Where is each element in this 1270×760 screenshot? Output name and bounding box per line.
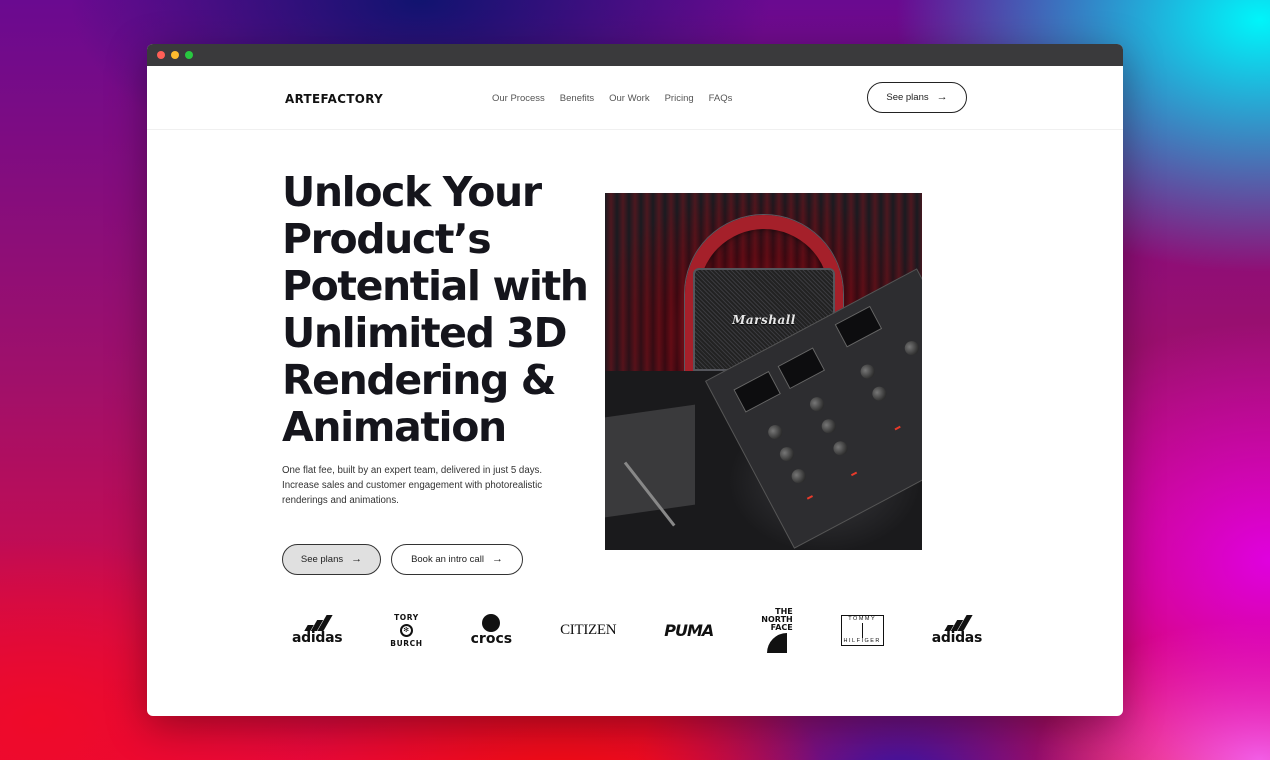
- mixer-knob: [807, 394, 827, 414]
- maximize-window-button[interactable]: [185, 51, 193, 59]
- arrow-right-icon: →: [936, 91, 948, 103]
- logo-the-north-face: THE NORTH FACE: [761, 607, 793, 653]
- mixer-knob: [789, 466, 809, 486]
- tory-burch-emblem-icon: ✻: [399, 623, 413, 637]
- nav-link-pricing[interactable]: Pricing: [665, 93, 694, 104]
- mixer-knob: [858, 362, 878, 382]
- logo-adidas: adidas: [292, 615, 343, 645]
- book-intro-call-button[interactable]: Book an intro call →: [391, 544, 523, 575]
- hero-title: Unlock Your Product’s Potential with Unl…: [282, 168, 589, 451]
- mixer-led: [894, 425, 901, 431]
- mixer-screen: [733, 370, 781, 413]
- adidas-stripes-icon: [304, 615, 333, 631]
- book-intro-call-label: Book an intro call: [411, 554, 484, 565]
- main-nav: Our Process Benefits Our Work Pricing FA…: [492, 93, 732, 104]
- logo-adidas: adidas: [932, 615, 982, 645]
- site-logo[interactable]: ARTEFACTORY: [285, 91, 383, 106]
- crocs-emblem-icon: [482, 614, 501, 632]
- mixer-knob: [765, 422, 785, 442]
- mixer-screen: [777, 347, 826, 390]
- logo-tory-burch: TORY ✻ BURCH: [390, 612, 423, 648]
- hero-see-plans-button[interactable]: See plans →: [282, 544, 381, 575]
- nav-link-faqs[interactable]: FAQs: [709, 93, 733, 104]
- logo-tommy-hilfiger: TOMMY HILFIGER: [840, 614, 884, 646]
- nav-link-benefits[interactable]: Benefits: [560, 93, 594, 104]
- tommy-flag-icon: [861, 622, 863, 638]
- client-logos: adidas TORY ✻ BURCH crocs CITIZEN PUMA T…: [292, 607, 982, 653]
- mixer-knob: [869, 384, 889, 404]
- hero-product-image: Marshall: [605, 193, 922, 550]
- header-see-plans-button[interactable]: See plans →: [867, 82, 967, 113]
- site-header: ARTEFACTORY Our Process Benefits Our Wor…: [147, 66, 1123, 130]
- hero-see-plans-label: See plans: [300, 554, 344, 565]
- mixer-render: [605, 268, 922, 550]
- minimize-window-button[interactable]: [171, 51, 179, 59]
- arrow-right-icon: →: [351, 553, 363, 565]
- adidas-stripes-icon: [944, 615, 973, 631]
- hero-subtitle: One flat fee, built by an expert team, d…: [282, 465, 543, 506]
- close-window-button[interactable]: [157, 51, 165, 59]
- nav-link-our-work[interactable]: Our Work: [609, 93, 649, 104]
- header-see-plans-label: See plans: [886, 92, 929, 103]
- browser-window: ARTEFACTORY Our Process Benefits Our Wor…: [147, 44, 1123, 716]
- nav-link-our-process[interactable]: Our Process: [492, 93, 545, 104]
- arrow-right-icon: →: [491, 553, 503, 565]
- mixer-knob: [777, 444, 797, 464]
- logo-crocs: crocs: [471, 614, 512, 646]
- window-titlebar: [147, 44, 1123, 66]
- logo-citizen: CITIZEN: [560, 621, 617, 638]
- mixer-knob: [819, 416, 839, 436]
- mixer-screen: [834, 305, 883, 348]
- mixer-knob: [902, 338, 922, 358]
- speaker-brand-text: Marshall: [732, 312, 796, 327]
- mixer-led: [806, 495, 814, 500]
- mixer-knob: [830, 438, 850, 458]
- notebook-shape: [605, 404, 695, 518]
- mixer-led: [850, 471, 858, 477]
- logo-puma: PUMA: [664, 620, 714, 640]
- north-face-dome-icon: [767, 632, 787, 653]
